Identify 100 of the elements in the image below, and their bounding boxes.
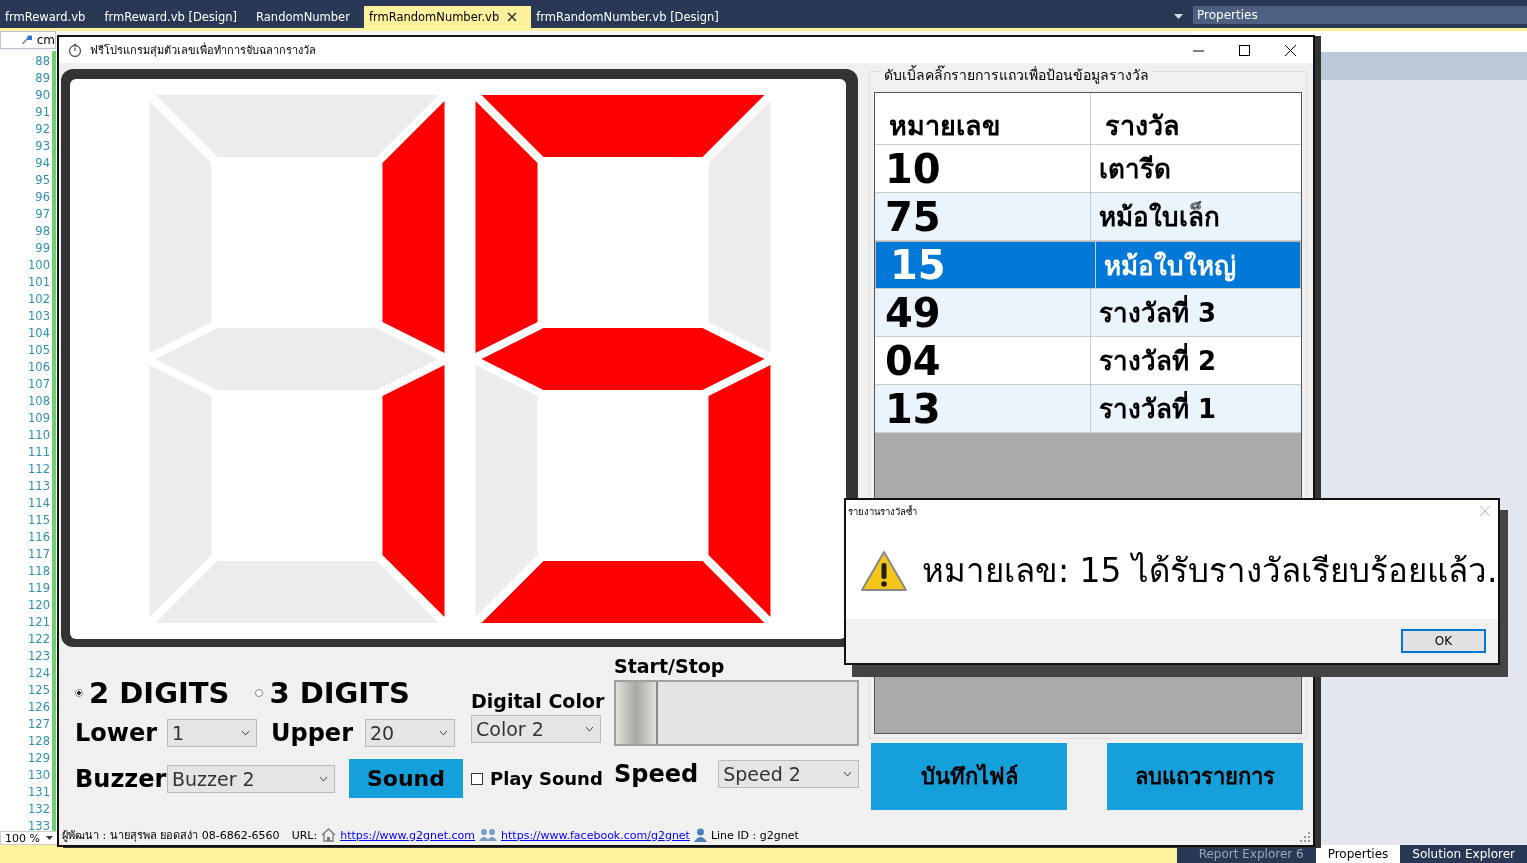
line-number: 107 [27,376,51,393]
table-row[interactable]: 49 รางวัลที่ 3 [875,289,1301,337]
website-link[interactable]: https://www.g2gnet.com [340,828,476,842]
chevron-down-icon [585,726,594,732]
resize-grip-icon[interactable] [1300,832,1310,842]
play-sound-checkbox[interactable]: Play Sound [471,768,614,789]
table-cell: รางวัลที่ 3 [1091,289,1301,336]
color-select[interactable]: Color 2 [471,715,601,743]
column-header: รางวัล [1104,109,1181,143]
line-number: 109 [27,410,51,427]
toggle-thumb[interactable] [616,682,658,744]
table-cell: 15 [880,242,1096,288]
table-cell: รางวัลที่ 2 [1091,337,1301,384]
table-row[interactable]: 13 รางวัลที่ 1 [875,385,1301,433]
table-cell-text: หม้อใบเล็ก [1098,200,1221,234]
field-label: Start/Stop [614,655,726,677]
line-number: 121 [27,614,51,631]
developer-text: ผู้พัฒนา : นายสุรพล ยอดสง่า 08-6862-6560 [62,828,280,844]
code-selector[interactable]: cm [0,31,56,49]
table-row[interactable]: 04 รางวัลที่ 2 [875,337,1301,385]
line-number: 114 [27,495,51,512]
line-number: 106 [27,359,51,376]
line-number: 89 [34,70,51,87]
digits-radio[interactable]: 3 DIGITS [255,676,410,710]
dropdown-arrow-icon [46,836,53,840]
table-cell: 04 [875,337,1091,384]
buzzer-select[interactable]: Buzzer 2 [167,764,335,793]
line-number: 101 [27,274,51,291]
line-number: 127 [27,716,51,733]
table-cell: รางวัลที่ 1 [1091,385,1301,432]
line-number: 91 [34,104,51,121]
line-number: 108 [27,393,51,410]
dropdown-arrow-icon[interactable] [1174,14,1183,19]
upper-select[interactable]: 20 [365,719,455,747]
chevron-down-icon [439,730,448,736]
line-number: 128 [27,733,51,750]
panel-tab[interactable]: Solution Explorer [1400,845,1527,863]
line-number: 95 [34,172,51,189]
people-icon [479,828,498,842]
table-cell-text: เตารีด [1098,153,1172,186]
sound-button[interactable]: Sound [349,759,463,798]
line-number: 93 [34,138,51,155]
table-row[interactable]: 10 เตารีด [875,145,1301,193]
checkbox-icon[interactable] [471,772,483,785]
line-number: 110 [27,427,51,444]
editor-tab[interactable]: frmReward.vb [Design] [99,6,252,28]
line-number: 97 [34,206,51,223]
start-stop-toggle[interactable] [614,680,859,746]
class-icon [21,33,33,47]
line-number: 125 [27,682,51,699]
zoom-selector[interactable]: 100 % [0,831,58,845]
line-number: 123 [27,648,51,665]
table-row[interactable]: 15 หม้อใบใหญ่ [875,241,1301,289]
radio-icon[interactable] [255,689,264,697]
field-label: Upper [271,719,354,747]
panel-tab[interactable]: Properties [1315,845,1401,863]
chevron-down-icon [843,771,852,777]
line-number: 92 [34,121,51,138]
close-icon[interactable] [507,12,518,22]
lower-select[interactable]: 1 [167,719,257,747]
editor-tab[interactable]: RandomNumber [251,6,364,28]
stopwatch-icon [68,43,82,57]
facebook-link[interactable]: https://www.facebook.com/g2gnet [501,828,690,842]
line-number: 96 [34,189,51,206]
digits-radio[interactable]: 2 DIGITS [75,676,230,710]
line-number: 129 [27,750,51,767]
maximize-icon[interactable] [1239,44,1250,56]
line-number: 88 [34,53,51,70]
line-number: 116 [27,529,51,546]
line-number: 105 [27,342,51,359]
radio-icon[interactable] [75,689,83,697]
editor-tab[interactable]: frmRandomNumber.vb [363,6,532,28]
close-icon[interactable] [1285,44,1296,56]
line-number: 100 [27,257,51,274]
chevron-down-icon [319,775,328,782]
action-button[interactable]: ลบแถวรายการ [1107,743,1303,810]
table-cell: 75 [875,193,1091,240]
table-cell: 13 [875,385,1091,432]
dialog-title: รายงานรางวัลซ้ำ [848,504,917,519]
ok-button[interactable]: OK [1401,629,1486,653]
line-number: 90 [34,87,51,104]
column-header: หมายเลข [875,93,1091,144]
line-number: 113 [27,478,51,495]
field-label: Speed [614,760,699,788]
table-cell-text: หม้อใบใหญ่ [1103,249,1237,284]
line-number: 124 [27,665,51,682]
line-number: 112 [27,461,51,478]
table-cell: 49 [875,289,1091,336]
window-title: ฟรีโปรแกรมสุ่มตัวเลขเพื่อทำการจับฉลากรางวัล [90,41,316,59]
group-title: ดับเบิ้ลคลิ๊กรายการแถวเพื่อป้อนข้อมูลรางวัล [882,64,1151,86]
url-label: URL: [291,828,318,842]
action-button[interactable]: บันทึกไฟล์ [871,743,1067,810]
table-row[interactable]: 75 หม้อใบเล็ก [875,193,1301,241]
speed-select[interactable]: Speed 2 [718,760,859,788]
dialog-message: หมายเลข: 15 ได้รับรางวัลเรียบร้อยแล้ว. [922,550,1498,592]
panel-title: Properties [1193,6,1527,24]
line-number: 122 [27,631,51,648]
editor-tab[interactable]: frmRandomNumber.vb [Design] [531,6,733,28]
line-number: 102 [27,291,51,308]
editor-tab[interactable]: frmReward.vb [0,6,100,28]
